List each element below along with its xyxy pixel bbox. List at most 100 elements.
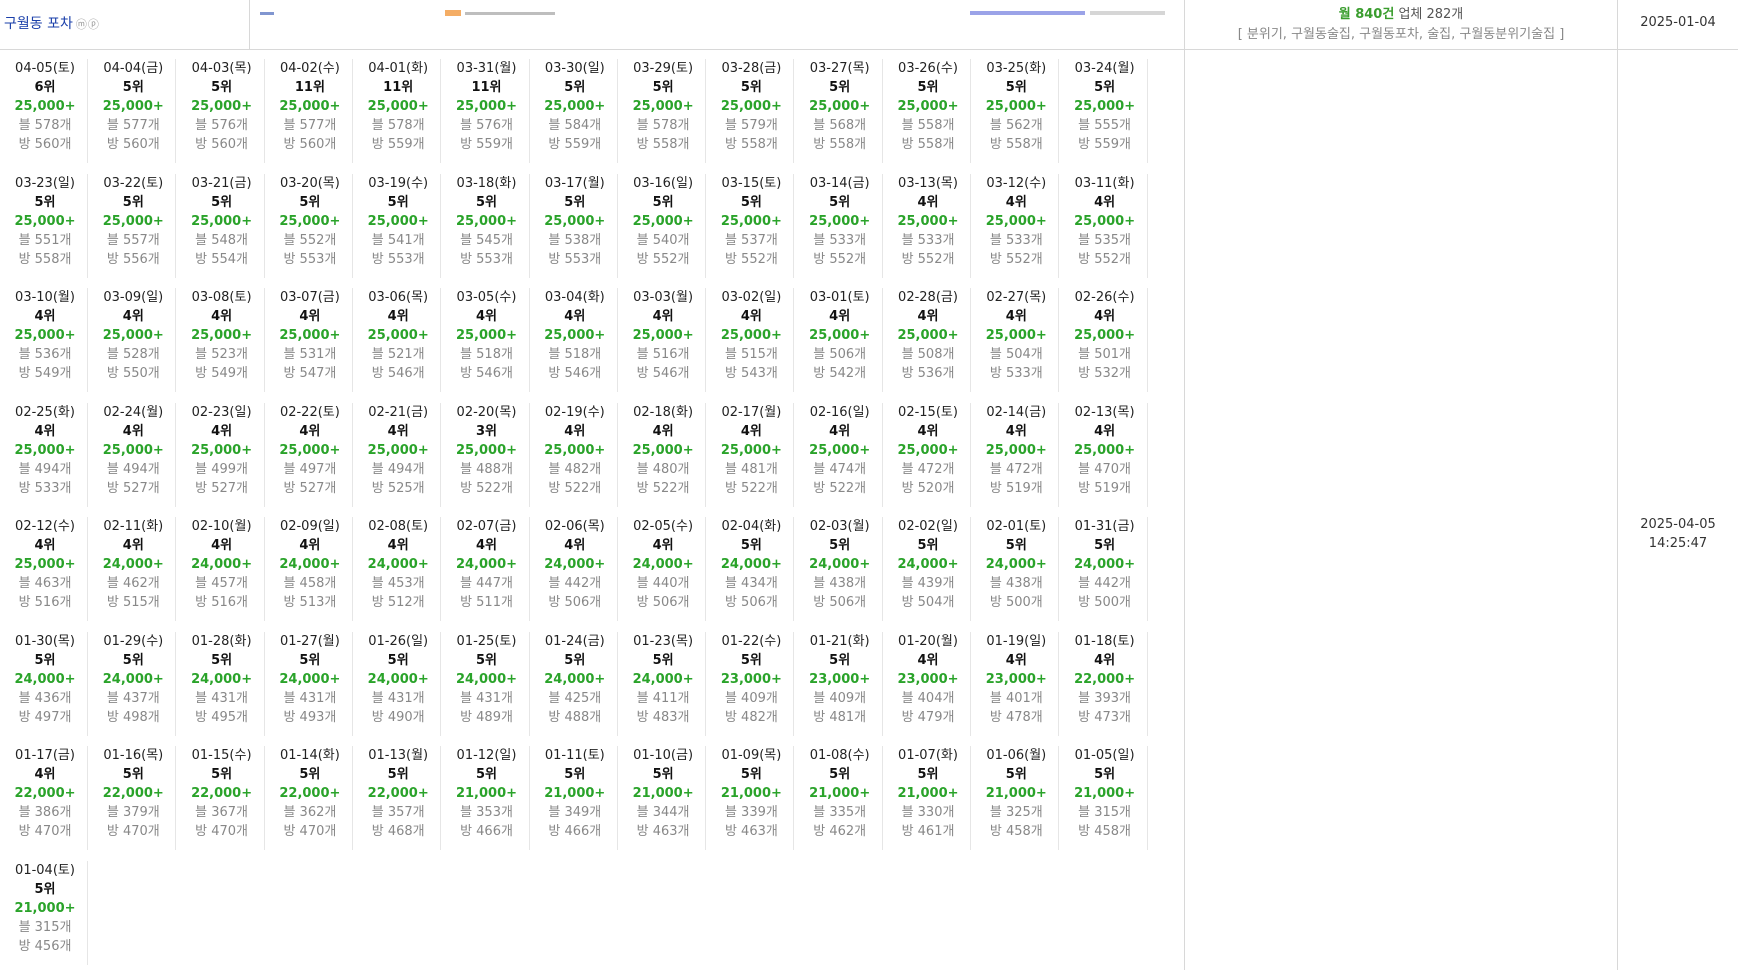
cell-blog-count: 블 488개 xyxy=(460,461,513,477)
cell-date: 03-21(금) xyxy=(191,175,252,191)
cell-price: 24,000+ xyxy=(191,671,253,687)
cell-blog-count: 블 518개 xyxy=(460,347,513,362)
rank-cell: 01-27(월) 5위 24,000+ 블 431개 방 493개 xyxy=(268,631,353,736)
cell-rank: 4위 xyxy=(917,194,939,210)
rank-cell: 02-01(토) 5위 24,000+ 블 438개 방 500개 xyxy=(974,517,1060,621)
cell-rank: 4위 xyxy=(34,767,56,782)
cell-rank: 5위 xyxy=(122,767,144,782)
cell-price: 25,000+ xyxy=(720,99,782,114)
cell-room-count: 방 497개 xyxy=(18,709,72,725)
cell-price: 25,000+ xyxy=(1074,99,1136,114)
cell-rank: 5위 xyxy=(475,652,497,668)
rank-cell: 02-12(수) 4위 25,000+ 블 463개 방 516개 xyxy=(3,517,88,621)
cell-rank: 11위 xyxy=(471,80,502,95)
cell-date: 01-09(목) xyxy=(721,748,782,763)
rank-cell: 02-13(목) 4위 25,000+ 블 470개 방 519개 xyxy=(1063,402,1148,507)
rank-cell: 03-04(화) 4위 25,000+ 블 518개 방 546개 xyxy=(533,288,618,392)
cell-blog-count: 블 551개 xyxy=(18,232,72,248)
cell-room-count: 방 559개 xyxy=(371,137,425,152)
cell-blog-count: 블 533개 xyxy=(989,232,1043,248)
cell-rank: 5위 xyxy=(1005,767,1027,782)
cell-rank: 4위 xyxy=(34,423,56,439)
cell-room-count: 방 520개 xyxy=(901,480,955,496)
cell-room-count: 방 552개 xyxy=(989,251,1043,267)
cell-blog-count: 블 506개 xyxy=(813,347,867,362)
cell-blog-count: 블 453개 xyxy=(371,576,425,591)
rank-cell: 01-31(금) 5위 24,000+ 블 442개 방 500개 xyxy=(1063,517,1148,621)
cell-price: 21,000+ xyxy=(809,786,871,801)
cell-room-count: 방 456개 xyxy=(18,938,72,954)
cell-price: 25,000+ xyxy=(809,328,871,343)
cell-price: 25,000+ xyxy=(279,442,341,458)
rank-cell: 01-25(토) 5위 24,000+ 블 431개 방 489개 xyxy=(445,631,530,736)
cell-rank: 5위 xyxy=(829,652,851,668)
cell-blog-count: 블 393개 xyxy=(1078,690,1132,706)
cell-blog-count: 블 515개 xyxy=(724,347,778,362)
cell-rank: 4위 xyxy=(740,423,762,439)
cell-rank: 5위 xyxy=(829,80,851,95)
cell-rank: 5위 xyxy=(917,80,939,95)
cell-room-count: 방 489개 xyxy=(460,709,513,725)
shop-name-link[interactable]: 구월동 포차 ⓜⓟ xyxy=(4,13,100,33)
summary-count: 840건 xyxy=(1355,7,1395,22)
cell-blog-count: 블 523개 xyxy=(195,347,249,362)
rank-cell: 01-04(토) 5위 21,000+ 블 315개 방 456개 xyxy=(3,860,88,965)
rank-cell: 03-15(토) 5위 25,000+ 블 537개 방 552개 xyxy=(709,173,795,278)
column-divider-summary xyxy=(1184,0,1185,970)
cell-date: 02-20(목) xyxy=(456,404,517,420)
cell-price: 25,000+ xyxy=(632,213,694,229)
cell-date: 03-09(일) xyxy=(103,290,164,305)
cell-price: 24,000+ xyxy=(632,671,694,687)
cell-room-count: 방 506개 xyxy=(636,595,690,610)
rank-cell: 02-27(목) 4위 25,000+ 블 504개 방 533개 xyxy=(974,288,1060,392)
cell-price: 25,000+ xyxy=(102,442,164,458)
cell-date: 01-24(금) xyxy=(544,633,605,649)
cell-room-count: 방 560개 xyxy=(195,137,249,152)
cell-blog-count: 블 501개 xyxy=(1078,347,1132,362)
cell-rank: 5위 xyxy=(122,80,144,95)
cell-date: 03-06(목) xyxy=(368,290,429,305)
cell-date: 03-19(수) xyxy=(368,175,429,191)
cell-price: 25,000+ xyxy=(720,328,782,343)
cell-date: 01-18(토) xyxy=(1074,633,1135,649)
cell-room-count: 방 525개 xyxy=(371,480,425,496)
cell-date: 01-16(목) xyxy=(103,748,164,763)
cell-rank: 5위 xyxy=(652,194,674,210)
cell-blog-count: 블 482개 xyxy=(548,461,602,477)
cell-blog-count: 블 362개 xyxy=(283,805,337,820)
cell-blog-count: 블 353개 xyxy=(460,805,513,820)
cell-room-count: 방 552개 xyxy=(1078,251,1132,267)
rank-cell: 02-24(월) 4위 25,000+ 블 494개 방 527개 xyxy=(91,402,177,507)
cell-blog-count: 블 379개 xyxy=(106,805,160,820)
rank-cell: 01-08(수) 5위 21,000+ 블 335개 방 462개 xyxy=(798,746,883,850)
cell-date: 02-22(토) xyxy=(279,404,340,420)
cell-price: 21,000+ xyxy=(985,786,1047,801)
rank-cell: 01-09(목) 5위 21,000+ 블 339개 방 463개 xyxy=(709,746,795,850)
cell-blog-count: 블 521개 xyxy=(371,347,425,362)
cell-blog-count: 블 431개 xyxy=(283,690,337,706)
cell-room-count: 방 512개 xyxy=(371,595,425,610)
cell-rank: 4위 xyxy=(1094,309,1116,324)
rank-cell: 03-05(수) 4위 25,000+ 블 518개 방 546개 xyxy=(445,288,530,392)
cell-blog-count: 블 458개 xyxy=(283,576,337,591)
cell-blog-count: 블 470개 xyxy=(1078,461,1132,477)
rank-cell: 02-08(토) 4위 24,000+ 블 453개 방 512개 xyxy=(356,517,442,621)
cell-price: 25,000+ xyxy=(544,442,606,458)
cell-room-count: 방 470개 xyxy=(18,824,72,839)
rank-cell: 03-23(일) 5위 25,000+ 블 551개 방 558개 xyxy=(3,173,88,278)
cell-rank: 5위 xyxy=(475,194,497,210)
cell-blog-count: 블 555개 xyxy=(1078,118,1132,133)
rank-cell: 01-26(일) 5위 24,000+ 블 431개 방 490개 xyxy=(356,631,442,736)
rank-cell: 02-16(일) 4위 25,000+ 블 474개 방 522개 xyxy=(798,402,883,507)
updated-date: 2025-04-05 xyxy=(1640,517,1716,532)
cell-blog-count: 블 494개 xyxy=(18,461,72,477)
cell-blog-count: 블 404개 xyxy=(901,690,955,706)
cell-price: 25,000+ xyxy=(102,213,164,229)
cell-price: 24,000+ xyxy=(455,671,518,687)
cell-date: 02-05(수) xyxy=(633,519,694,534)
cell-blog-count: 블 481개 xyxy=(724,461,778,477)
cell-room-count: 방 546개 xyxy=(548,366,602,381)
cell-blog-count: 블 442개 xyxy=(1078,576,1132,591)
shop-name[interactable]: 구월동 포차 xyxy=(4,16,73,32)
cell-price: 24,000+ xyxy=(985,557,1047,572)
